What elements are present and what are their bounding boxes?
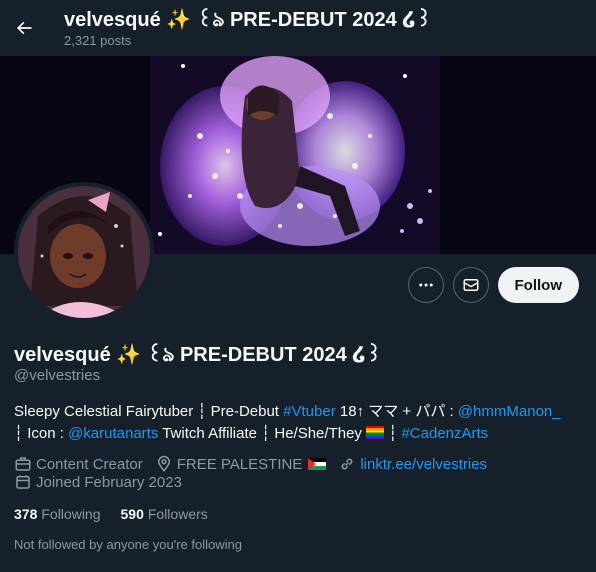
hashtag-vtuber[interactable]: #Vtuber: [283, 403, 336, 420]
website-item[interactable]: linktr.ee/velvestries: [338, 455, 487, 473]
briefcase-icon: [15, 457, 31, 471]
topbar-text: velvesqué ✨ ꒰ঌ PRE-DEBUT 2024 ໒꒱ 2,321 p…: [64, 8, 432, 49]
followers-label: Followers: [147, 506, 208, 522]
hashtag-cadenzarts[interactable]: #CadenzArts: [401, 425, 488, 442]
message-button[interactable]: [452, 267, 489, 303]
follow-button[interactable]: Follow: [497, 267, 579, 303]
mention-karutanarts[interactable]: @karutanarts: [68, 425, 158, 442]
meta-row: Joined February 2023: [14, 473, 499, 491]
followers-link[interactable]: 590 Followers: [121, 506, 208, 522]
profile-meta: Content Creator FREE PALESTINE linktr.ee…: [14, 455, 499, 491]
palestine-flag-icon: [308, 458, 327, 470]
location-item: FREE PALESTINE: [155, 455, 327, 473]
bio-text: ┆ Icon :: [14, 425, 69, 442]
profile-avatar[interactable]: [14, 182, 154, 322]
category-text: Content Creator: [36, 455, 143, 473]
bio-text: ┆: [384, 425, 402, 442]
location-icon: [157, 455, 170, 472]
more-icon: [418, 283, 433, 287]
followers-count: 590: [120, 506, 144, 522]
post-count: 2,321 posts: [64, 32, 132, 48]
meta-row: Content Creator FREE PALESTINE linktr.ee…: [14, 455, 499, 473]
message-icon: [463, 279, 478, 291]
mention-hmmmanon[interactable]: @hmmManon_: [458, 403, 561, 420]
bio-text: 18↑ ママ + パパ :: [335, 403, 458, 420]
joined-item: Joined February 2023: [14, 473, 182, 491]
following-label: Following: [41, 506, 101, 522]
follow-stats: 378 Following 590 Followers: [14, 506, 228, 522]
bio-text: Sleepy Celestial Fairytuber ┆ Pre-Debut: [14, 403, 284, 420]
profile-actions: Follow: [407, 267, 579, 303]
profile-handle: @velvestries: [14, 367, 101, 384]
not-followed-text: Not followed by anyone you're following: [14, 537, 242, 552]
rainbow-flag-icon: [366, 426, 385, 439]
website-link[interactable]: linktr.ee/velvestries: [360, 456, 487, 473]
topbar-title: velvesqué ✨ ꒰ঌ PRE-DEBUT 2024 ໒꒱: [64, 8, 432, 31]
following-count: 378: [14, 506, 38, 522]
profile-bio: Sleepy Celestial Fairytuber ┆ Pre-Debut …: [14, 401, 584, 445]
joined-text: Joined February 2023: [36, 473, 182, 491]
top-bar: velvesqué ✨ ꒰ঌ PRE-DEBUT 2024 ໒꒱ 2,321 p…: [0, 0, 596, 56]
calendar-icon: [16, 475, 30, 489]
category-item: Content Creator: [14, 455, 143, 473]
back-button[interactable]: [6, 10, 42, 46]
link-icon: [341, 458, 353, 470]
avatar-image: [18, 186, 150, 318]
more-button[interactable]: [407, 267, 444, 303]
back-arrow-icon: [16, 21, 32, 35]
bio-text: Twitch Affiliate ┆ He/She/They: [158, 425, 367, 442]
following-link[interactable]: 378 Following: [14, 506, 101, 522]
location-text: FREE PALESTINE: [176, 455, 303, 473]
